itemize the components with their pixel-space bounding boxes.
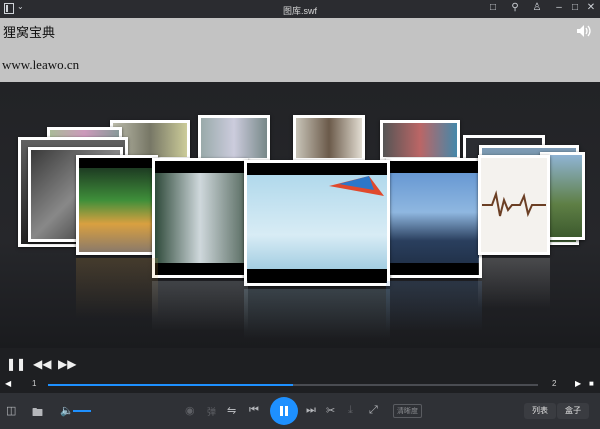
gallery-card-lighthouse[interactable] — [386, 158, 482, 278]
gallery-stage — [0, 82, 600, 348]
progress-track[interactable] — [48, 384, 538, 386]
next-icon[interactable]: ⏭ — [306, 404, 316, 417]
settings-sliders-icon[interactable]: ⇋ — [227, 404, 236, 417]
eye-icon[interactable]: ◉ — [185, 404, 195, 417]
list-button[interactable]: 列表 — [524, 403, 556, 419]
close-icon[interactable]: ✕ — [584, 2, 598, 13]
track-start-label: 1 — [32, 379, 37, 388]
gallery-card[interactable] — [198, 115, 270, 161]
danmaku-label[interactable]: 弹 — [207, 405, 216, 418]
quality-button[interactable]: 清晰度 — [393, 404, 422, 418]
download-icon[interactable]: ⤓ — [348, 404, 353, 417]
fast-forward-icon[interactable]: ▶▶ — [58, 357, 76, 371]
maximize-icon[interactable]: □ — [568, 2, 582, 13]
fullscreen-icon[interactable]: ⤢ — [369, 404, 378, 417]
slideshow-controls: ❚❚ ◀◀ ▶▶ — [0, 355, 600, 375]
heartbeat-line-icon — [482, 190, 546, 218]
folder-icon[interactable]: 🖿 — [32, 404, 43, 423]
volume-icon[interactable]: 🔈 — [60, 404, 74, 417]
prev-frame-icon[interactable]: ◀ — [5, 379, 11, 388]
banner-url: www.leawo.cn — [2, 57, 80, 72]
message-icon[interactable]: □ — [486, 2, 500, 13]
speaker-icon[interactable] — [576, 24, 592, 38]
box-button[interactable]: 盒子 — [557, 403, 589, 419]
banner-title: 狸窝宝典 — [3, 26, 56, 41]
gallery-card[interactable] — [293, 115, 365, 161]
skin-icon[interactable]: ♙ — [530, 2, 544, 13]
next-frame-icon[interactable]: ▶ — [575, 379, 581, 388]
pause-button[interactable] — [270, 397, 298, 425]
seek-bar: ◀ 1 2 ▶ ■ — [0, 377, 600, 391]
minimize-icon[interactable]: – — [552, 2, 566, 13]
gallery-card-center[interactable] — [244, 160, 390, 286]
scissors-icon[interactable]: ✂ — [326, 404, 335, 417]
flash-banner: 狸窝宝典 www.leawo.cn — [0, 18, 600, 82]
gallery-card-waterfall[interactable] — [152, 158, 248, 278]
stop-icon[interactable]: ■ — [589, 379, 594, 388]
track-end-label: 2 — [552, 379, 557, 388]
toolbox-icon[interactable]: ◫ — [6, 404, 16, 417]
gallery-card[interactable] — [380, 120, 460, 160]
bottom-toolbar: ◫ 🖿 🔈 ◉ 弹 ⇋ ⏮ ⏭ ✂ ⤓ ⤢ 清晰度 列表 盒子 — [0, 393, 600, 429]
title-bar: ⌄ 图库.swf □ ⚲ ♙ – □ ✕ — [0, 0, 600, 18]
volume-slider[interactable] — [73, 410, 91, 412]
gallery-card-tea[interactable] — [76, 155, 158, 255]
rewind-icon[interactable]: ◀◀ — [33, 357, 51, 371]
progress-fill — [48, 384, 293, 386]
pin-icon[interactable]: ⚲ — [508, 2, 522, 13]
balloon-icon — [329, 176, 384, 196]
pause-icon[interactable]: ❚❚ — [6, 357, 26, 371]
previous-icon[interactable]: ⏮ — [249, 404, 259, 417]
gallery-card-heartbeat[interactable] — [478, 155, 550, 255]
